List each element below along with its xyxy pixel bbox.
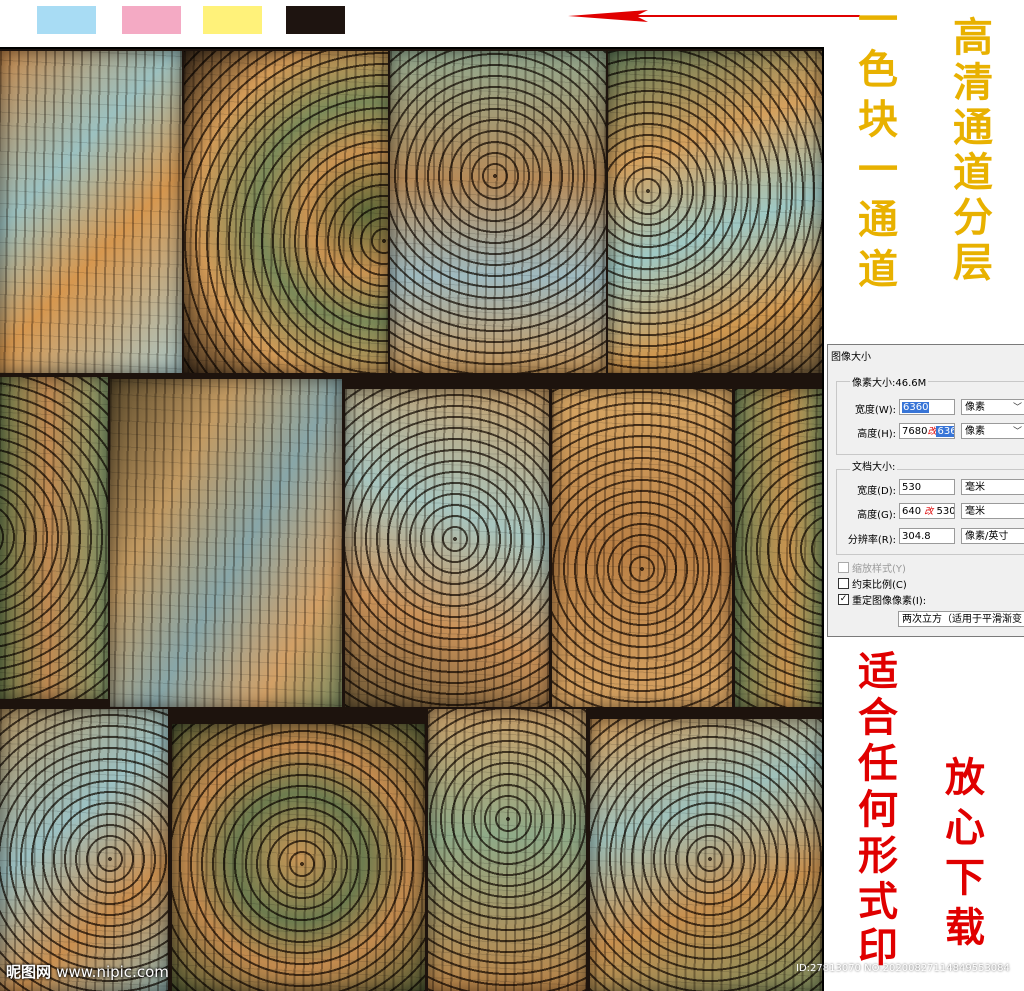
- download-annotation: 放 心 下 载: [945, 758, 985, 948]
- doc-height-unit-select[interactable]: 毫米: [961, 503, 1024, 519]
- width-unit: 像素: [965, 402, 985, 413]
- check-icon: ✓: [838, 594, 849, 605]
- doc-height-value-prefix: 640: [902, 506, 922, 517]
- height-input[interactable]: 7680改6360: [899, 423, 955, 439]
- print-char: 合: [858, 694, 898, 741]
- pixel-dimensions-label: 像素大小:46.6M: [850, 374, 929, 389]
- resample-label: 重定图像像素(I):: [852, 596, 927, 607]
- black-swatch: [286, 6, 345, 34]
- doc-width-value: 530: [902, 482, 922, 493]
- print-char: 印: [858, 924, 898, 971]
- download-char: 放: [945, 754, 985, 801]
- download-char: 载: [945, 904, 985, 951]
- doc-width-unit-select[interactable]: 毫米: [961, 479, 1024, 495]
- width-label: 宽度(W):: [854, 405, 896, 416]
- print-char: 式: [858, 878, 898, 925]
- checkbox-box: [838, 578, 849, 589]
- wood-rings-artwork: [0, 47, 824, 991]
- resolution-unit-select[interactable]: 像素/英寸: [961, 528, 1024, 544]
- wood-tile: [0, 377, 108, 699]
- channel-char: 一: [858, 0, 898, 43]
- chevron-down-icon: ﹀: [1012, 403, 1022, 413]
- channel-annotation: 一 色 块 一 通 道: [858, 0, 898, 290]
- resolution-input[interactable]: 304.8: [899, 528, 955, 544]
- resample-method-select[interactable]: 两次立方（适用于平滑渐变: [898, 611, 1024, 627]
- doc-height-input[interactable]: 640 改 530: [899, 503, 955, 519]
- wood-tile: [428, 709, 586, 991]
- wood-tile: [390, 51, 606, 373]
- wood-tile: [172, 724, 425, 991]
- print-annotation: 适 合 任 何 形 式 印: [858, 652, 898, 968]
- image-size-dialog: 图像大小 像素大小:46.6M 宽度(W): 6360 像素 ﹀ 高度(H): 7…: [827, 344, 1024, 637]
- wood-tile: [184, 51, 388, 373]
- download-char: 下: [945, 854, 985, 901]
- channel-char: 一: [858, 146, 898, 193]
- width-unit-select[interactable]: 像素 ﹀: [961, 399, 1024, 415]
- hd-char: 高: [953, 14, 993, 61]
- resample-method: 两次立方（适用于平滑渐变: [902, 614, 1022, 625]
- doc-height-value: 530: [936, 506, 955, 517]
- image-id-watermark: ID:27813070 NO:20200827114849553084: [796, 963, 1010, 974]
- hd-char: 清: [953, 59, 993, 106]
- doc-width-input[interactable]: 530: [899, 479, 955, 495]
- wood-tile: [345, 389, 549, 707]
- cyan-swatch: [37, 6, 96, 34]
- doc-height-edit-mark: 改: [924, 507, 934, 517]
- nipic-watermark: 昵图网 www.nipic.com: [6, 961, 169, 982]
- hd-char: 通: [953, 104, 993, 151]
- pixel-dimensions-group: [836, 381, 1024, 455]
- width-input[interactable]: 6360: [899, 399, 955, 415]
- channel-char: 色: [858, 46, 898, 93]
- wood-tile: [608, 51, 822, 373]
- yellow-swatch: [203, 6, 262, 34]
- resolution-label: 分辨率(R):: [847, 535, 896, 546]
- wood-tile: [552, 389, 732, 707]
- constrain-label: 约束比例(C): [852, 580, 907, 591]
- height-label: 高度(H):: [857, 429, 896, 440]
- wood-tile: [110, 379, 342, 707]
- print-char: 任: [858, 740, 898, 787]
- channel-char: 通: [858, 196, 898, 243]
- wood-tile: [0, 709, 168, 991]
- wood-tile: [735, 389, 822, 707]
- wood-tile: [590, 719, 822, 991]
- height-value: 6360: [936, 426, 954, 437]
- print-char: 形: [858, 832, 898, 879]
- height-value-prefix: 7680: [902, 426, 928, 437]
- download-char: 心: [945, 804, 985, 851]
- chevron-down-icon: ﹀: [1012, 427, 1022, 437]
- height-unit-select[interactable]: 像素 ﹀: [961, 423, 1024, 439]
- scale-styles-checkbox[interactable]: 缩放样式(Y): [838, 560, 906, 575]
- print-char: 适: [858, 648, 898, 695]
- wood-tile: [0, 51, 182, 373]
- hd-char: 分: [953, 194, 993, 241]
- hd-char: 层: [953, 239, 993, 286]
- scale-styles-label: 缩放样式(Y): [852, 564, 906, 575]
- doc-width-unit: 毫米: [965, 482, 985, 493]
- magenta-swatch: [122, 6, 181, 34]
- height-unit: 像素: [965, 426, 985, 437]
- constrain-proportions-checkbox[interactable]: 约束比例(C): [838, 576, 907, 591]
- width-value: 6360: [902, 402, 930, 413]
- doc-height-label: 高度(G):: [857, 510, 896, 521]
- nipic-logo-text: 昵图网: [6, 963, 52, 981]
- doc-height-unit: 毫米: [965, 506, 985, 517]
- resolution-unit: 像素/英寸: [965, 531, 1009, 542]
- left-arrow-icon: [568, 10, 860, 22]
- resolution-value: 304.8: [902, 531, 931, 542]
- resample-checkbox[interactable]: ✓ 重定图像像素(I):: [838, 592, 926, 607]
- channel-char: 道: [858, 246, 898, 293]
- dialog-title: 图像大小: [831, 352, 871, 363]
- print-char: 何: [858, 786, 898, 833]
- document-size-label: 文档大小:: [850, 458, 898, 473]
- hd-char: 道: [953, 149, 993, 196]
- nipic-site: www.nipic.com: [56, 963, 169, 981]
- channel-char: 块: [858, 96, 898, 143]
- hd-annotation: 高 清 通 道 分 层: [953, 18, 993, 283]
- doc-width-label: 宽度(D):: [857, 486, 896, 497]
- checkbox-box: [838, 562, 849, 573]
